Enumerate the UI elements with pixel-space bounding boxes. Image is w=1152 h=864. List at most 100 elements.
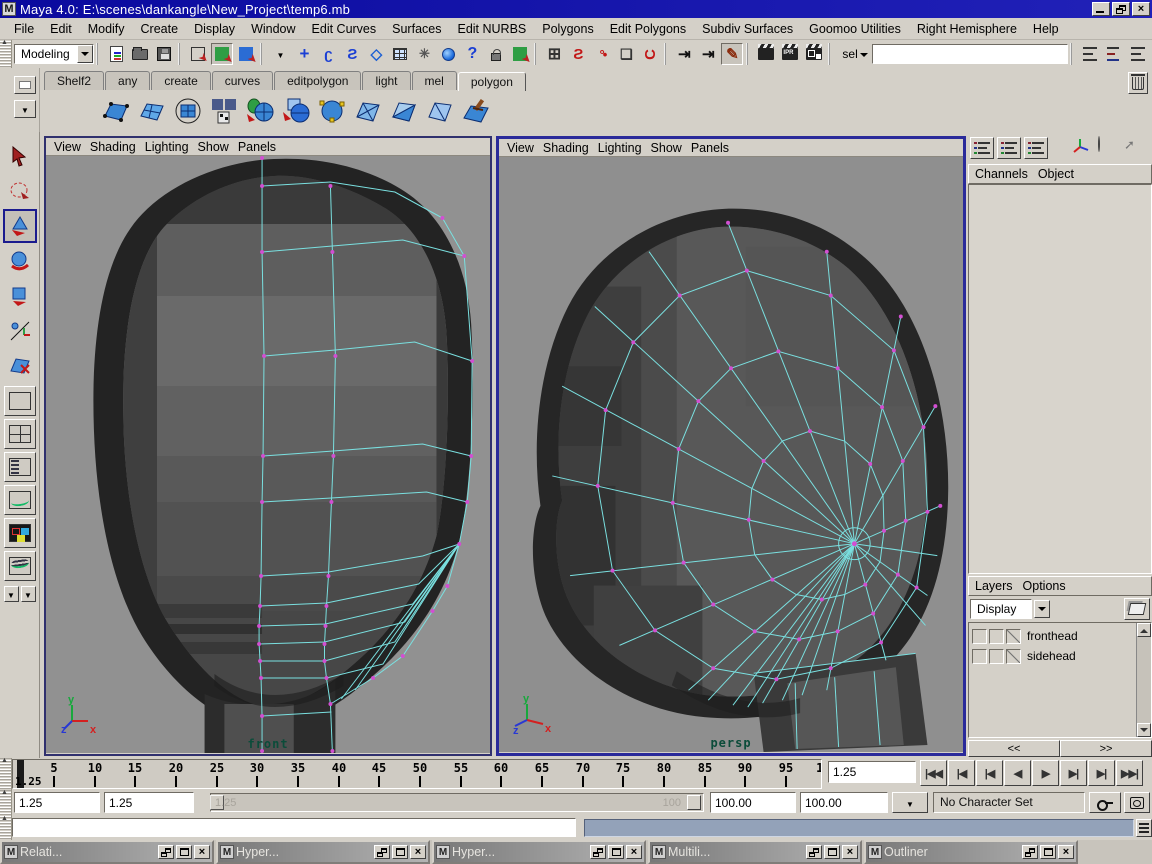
shelf-extrude-face-button[interactable] — [244, 96, 276, 126]
close-button[interactable]: × — [194, 845, 210, 859]
step-forward-frame-button[interactable]: ▶| — [1060, 760, 1087, 786]
output-connections-button[interactable] — [697, 43, 719, 65]
menu-display[interactable]: Display — [186, 20, 243, 38]
layer-playback-checkbox[interactable] — [989, 629, 1004, 644]
select-tool-button[interactable] — [3, 139, 37, 173]
lasso-tool-button[interactable] — [3, 174, 37, 208]
step-back-key-button[interactable]: |◀ — [948, 760, 975, 786]
viewport-menu-view[interactable]: View — [54, 139, 90, 155]
character-set-label[interactable]: No Character Set — [933, 792, 1085, 813]
render-current-frame-button[interactable] — [755, 43, 777, 65]
shelf-flip-triangle-button[interactable] — [424, 96, 456, 126]
snap-to-grids-button[interactable] — [293, 43, 315, 65]
menu-set-selector[interactable]: Modeling — [14, 44, 94, 64]
shelf-extrude-edge-button[interactable] — [280, 96, 312, 126]
shelf-tab-menu-button[interactable] — [14, 76, 36, 94]
play-backwards-button[interactable]: ◀ — [1004, 760, 1031, 786]
shelf-polygon-plane-button[interactable] — [100, 96, 132, 126]
minimize-button[interactable] — [1092, 2, 1110, 16]
help-button[interactable] — [461, 43, 483, 65]
layer-row-fronthead[interactable]: fronthead — [972, 626, 1135, 646]
viewport-menu-panels[interactable]: Panels — [238, 139, 285, 155]
layout-four-pane-button[interactable] — [4, 419, 36, 449]
menu-edit-curves[interactable]: Edit Curves — [304, 20, 385, 38]
layer-visibility-checkbox[interactable] — [972, 649, 987, 664]
shelf-tab-editpolygon[interactable]: editpolygon — [274, 71, 361, 90]
snap-relations-button[interactable] — [413, 43, 435, 65]
layer-name[interactable]: sidehead — [1023, 649, 1076, 663]
lock-selection-button[interactable] — [485, 43, 507, 65]
range-slider-drag-handle[interactable] — [0, 790, 12, 816]
menu-create[interactable]: Create — [133, 20, 187, 38]
toolbar-separator[interactable] — [664, 43, 670, 65]
maximize-button[interactable] — [824, 845, 840, 859]
shelf-smooth-button[interactable] — [172, 96, 204, 126]
scroll-up-button[interactable] — [1137, 623, 1151, 637]
viewport-front-canvas[interactable]: y x z front — [46, 156, 490, 753]
layout-single-pane-button[interactable] — [4, 386, 36, 416]
layout-shortcut-dropdown-right[interactable] — [21, 586, 36, 602]
shelf-polygon-cube-button[interactable] — [136, 96, 168, 126]
channel-box-layout-button-3[interactable] — [1024, 137, 1048, 159]
shelf-tab-light[interactable]: light — [362, 71, 410, 90]
select-by-object-button[interactable] — [211, 43, 233, 65]
go-to-end-button[interactable]: ▶▶| — [1116, 760, 1143, 786]
shelf-vertex-edit-button[interactable] — [316, 96, 348, 126]
layer-display-dropdown-icon[interactable] — [1034, 600, 1050, 618]
channels-menu[interactable]: Channels — [975, 166, 1038, 182]
auto-keyframe-button[interactable] — [1124, 792, 1150, 813]
menu-file[interactable]: File — [6, 20, 42, 38]
input-connections-button[interactable] — [673, 43, 695, 65]
range-end-handle[interactable] — [687, 795, 701, 810]
toolbar-separator[interactable] — [534, 43, 540, 65]
construction-history-button[interactable] — [437, 43, 459, 65]
menu-right-hemisphere[interactable]: Right Hemisphere — [909, 20, 1025, 38]
shelf-tab-switch-button[interactable] — [14, 100, 36, 118]
close-button[interactable]: × — [1058, 845, 1074, 859]
command-line-drag-handle[interactable] — [0, 816, 12, 840]
restore-button[interactable] — [374, 845, 390, 859]
pager-prev-button[interactable]: << — [968, 740, 1060, 757]
shelf-tab-create[interactable]: create — [151, 71, 210, 90]
select-by-component-button[interactable] — [235, 43, 257, 65]
restore-button[interactable] — [806, 845, 822, 859]
animation-end-field[interactable] — [710, 792, 796, 813]
make-live-button[interactable] — [389, 43, 411, 65]
step-forward-key-button[interactable]: ▶| — [1088, 760, 1115, 786]
menu-edit-nurbs[interactable]: Edit NURBS — [449, 20, 534, 38]
current-time-field[interactable] — [828, 761, 916, 783]
show-channel-box-button[interactable] — [1126, 43, 1148, 65]
toolbar-separator[interactable] — [178, 43, 184, 65]
selection-mask-dropdown-icon[interactable] — [860, 53, 868, 61]
viewport-menu-lighting[interactable]: Lighting — [145, 139, 198, 155]
viewport-menu-lighting[interactable]: Lighting — [598, 140, 651, 156]
playback-end-field[interactable] — [800, 792, 888, 813]
go-to-start-button[interactable]: |◀◀ — [920, 760, 947, 786]
toolbar-separator[interactable] — [746, 43, 752, 65]
curve-snap-toggle-button[interactable] — [567, 43, 589, 65]
animation-start-field[interactable] — [104, 792, 194, 813]
paint-effects-button[interactable] — [721, 43, 743, 65]
render-globals-button[interactable] — [803, 43, 825, 65]
menu-set-dropdown-icon[interactable] — [77, 45, 93, 63]
minimized-window-hypergraph-2[interactable]: M Hyper... × — [432, 840, 646, 864]
viewport-persp-canvas[interactable]: y x z persp — [499, 157, 963, 752]
shelf-tab-mel[interactable]: mel — [412, 71, 457, 90]
layer-display-mode-select[interactable]: Display — [970, 599, 1032, 619]
layout-persp-graph-button[interactable] — [4, 551, 36, 581]
select-by-hierarchy-button[interactable] — [187, 43, 209, 65]
layer-list-scrollbar[interactable] — [1136, 623, 1151, 737]
layer-display-type-checkbox[interactable] — [1006, 629, 1021, 644]
set-key-button[interactable] — [1089, 792, 1121, 813]
restore-button[interactable] — [1022, 845, 1038, 859]
snap-to-planes-button[interactable] — [365, 43, 387, 65]
viewport-menu-panels[interactable]: Panels — [691, 140, 738, 156]
pointer-mode-button[interactable] — [1124, 137, 1148, 159]
maximize-button[interactable] — [176, 845, 192, 859]
close-button[interactable]: × — [1132, 2, 1150, 16]
layer-playback-checkbox[interactable] — [989, 649, 1004, 664]
shelf-split-polygon-button[interactable] — [352, 96, 384, 126]
last-tool-button[interactable] — [3, 349, 37, 383]
show-manipulator-tool-button[interactable] — [3, 314, 37, 348]
close-button[interactable]: × — [626, 845, 642, 859]
